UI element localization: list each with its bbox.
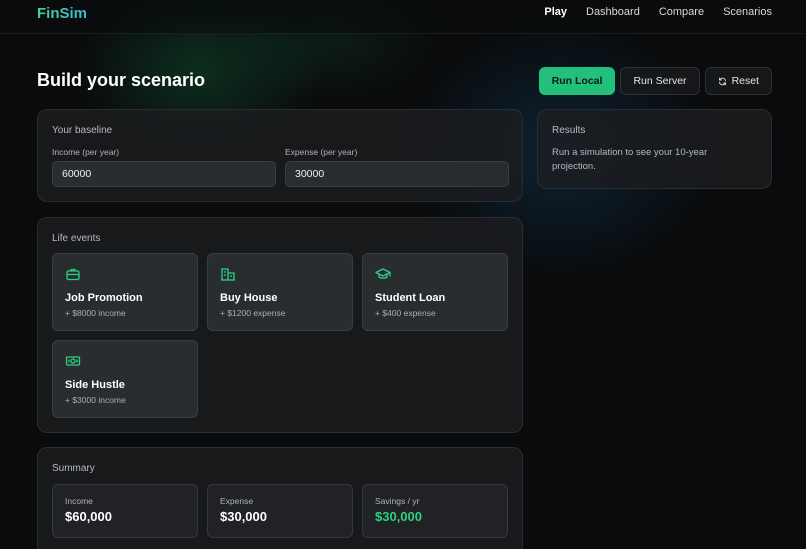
event-name: Job Promotion	[65, 292, 143, 304]
event-name: Student Loan	[375, 292, 446, 304]
nav-item-compare[interactable]: Compare	[659, 6, 704, 18]
graduation-cap-icon	[375, 268, 391, 279]
event-desc: + $400 expense	[375, 308, 436, 318]
main-nav: Play Dashboard Compare Scenarios	[544, 6, 772, 18]
summary-title: Summary	[52, 463, 95, 474]
baseline-panel: Your baseline Income (per year) Expense …	[37, 109, 523, 202]
income-input[interactable]	[52, 161, 276, 187]
summary-card-expense: Expense $30,000	[207, 484, 353, 538]
event-desc: + $8000 income	[65, 308, 126, 318]
run-local-label: Run Local	[551, 75, 603, 87]
briefcase-icon	[66, 268, 80, 281]
summary-card-savings: Savings / yr $30,000	[362, 484, 508, 538]
nav-item-scenarios[interactable]: Scenarios	[723, 6, 772, 18]
baseline-title: Your baseline	[52, 125, 113, 136]
run-local-button[interactable]: Run Local	[538, 67, 616, 95]
summary-label: Expense	[220, 496, 254, 506]
event-card-job-promotion[interactable]: Job Promotion + $8000 income	[52, 253, 198, 331]
event-desc: + $3000 income	[65, 395, 126, 405]
income-label: Income (per year)	[52, 147, 120, 157]
life-events-panel: Life events Job Promotion + $8000 income…	[37, 217, 523, 433]
summary-value: $30,000	[220, 509, 267, 524]
event-card-side-hustle[interactable]: Side Hustle + $3000 income	[52, 340, 198, 418]
nav-item-dashboard[interactable]: Dashboard	[586, 6, 640, 18]
reset-button[interactable]: Reset	[704, 67, 772, 95]
results-title: Results	[552, 125, 586, 136]
summary-panel: Summary Income $60,000 Expense $30,000 S…	[37, 447, 523, 549]
event-card-buy-house[interactable]: Buy House + $1200 expense	[207, 253, 353, 331]
nav-item-play[interactable]: Play	[544, 6, 567, 18]
top-navigation-bar: FinSim Play Dashboard Compare Scenarios	[0, 0, 806, 34]
life-events-title: Life events	[52, 233, 101, 244]
building-icon	[221, 268, 235, 281]
results-panel: Results Run a simulation to see your 10-…	[537, 109, 772, 189]
summary-label: Savings / yr	[375, 496, 420, 506]
run-server-label: Run Server	[633, 75, 687, 87]
summary-label: Income	[65, 496, 93, 506]
event-desc: + $1200 expense	[220, 308, 286, 318]
page-title: Build your scenario	[37, 70, 206, 90]
expense-label: Expense (per year)	[285, 147, 358, 157]
summary-value-savings: $30,000	[375, 509, 422, 524]
refresh-icon	[718, 77, 726, 85]
event-name: Side Hustle	[65, 379, 125, 391]
reset-label: Reset	[731, 75, 759, 87]
expense-input[interactable]	[285, 161, 509, 187]
brand-logo[interactable]: FinSim	[37, 5, 87, 22]
action-buttons: Run Local Run Server Reset	[538, 67, 772, 95]
summary-card-income: Income $60,000	[52, 484, 198, 538]
event-name: Buy House	[220, 292, 278, 304]
results-message: Run a simulation to see your 10-year pro…	[552, 147, 708, 172]
banknote-icon	[65, 356, 81, 366]
summary-value: $60,000	[65, 509, 112, 524]
event-card-student-loan[interactable]: Student Loan + $400 expense	[362, 253, 508, 331]
run-server-button[interactable]: Run Server	[620, 67, 700, 95]
